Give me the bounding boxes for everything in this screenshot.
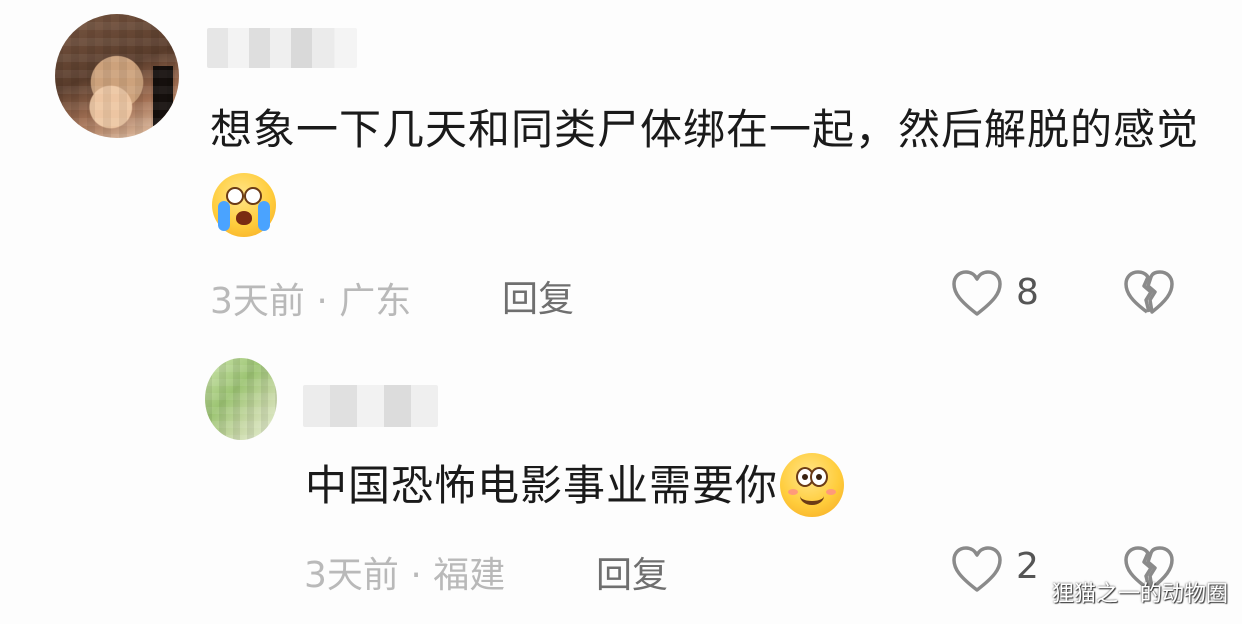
meta-separator: ·: [398, 555, 434, 596]
reply-button[interactable]: 回复: [596, 546, 668, 598]
meta-separator: ·: [304, 281, 340, 322]
comment-time: 3天前: [304, 555, 399, 596]
comment-time: 3天前: [210, 281, 305, 322]
like-count: 2: [1016, 546, 1039, 587]
watermark: 狸猫之一的动物圈: [1051, 582, 1228, 607]
heart-outline-icon[interactable]: [950, 268, 1004, 318]
comment-meta: 3天前 · 广东: [210, 272, 411, 324]
avatar[interactable]: [205, 358, 277, 440]
avatar[interactable]: [55, 14, 179, 138]
comment-meta: 3天前 · 福建: [304, 546, 505, 598]
comment-thread: 想象一下几天和同类尸体绑在一起，然后解脱的感觉 3天前 · 广东 回复 8 中国…: [0, 0, 1242, 624]
like-count: 8: [1016, 272, 1039, 313]
comment-body: 中国恐怖电影事业需要你: [305, 461, 779, 510]
smiling-emoji-icon: [780, 452, 845, 517]
reply-button[interactable]: 回复: [502, 270, 574, 322]
comment-text: 想象一下几天和同类尸体绑在一起，然后解脱的感觉: [210, 92, 1210, 244]
broken-heart-icon[interactable]: [1122, 268, 1176, 318]
username-blurred[interactable]: [207, 28, 357, 68]
comment-location: 广东: [339, 281, 412, 322]
heart-outline-icon[interactable]: [950, 544, 1004, 594]
username-blurred[interactable]: [303, 385, 438, 427]
comment-body: 想象一下几天和同类尸体绑在一起，然后解脱的感觉: [210, 105, 1200, 154]
comment-text: 中国恐怖电影事业需要你: [305, 448, 1105, 524]
loudly-crying-emoji-icon: [212, 172, 276, 237]
comment-location: 福建: [433, 555, 506, 596]
